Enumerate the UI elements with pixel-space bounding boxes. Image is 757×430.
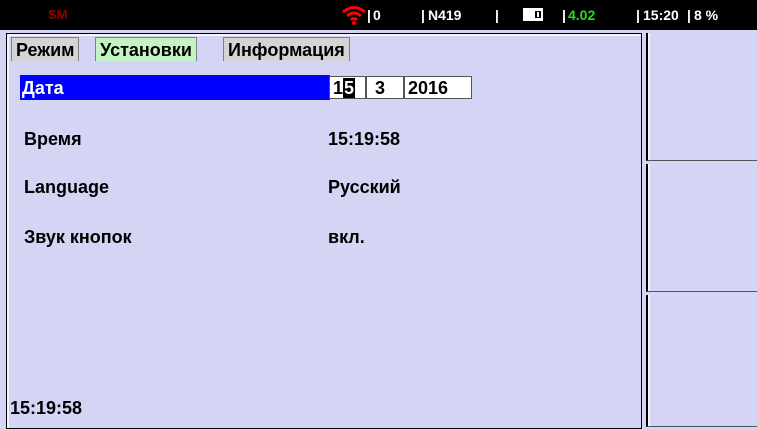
day-field[interactable]: 15	[329, 76, 366, 99]
softkey-2[interactable]	[646, 164, 757, 292]
mode-indicator: SM	[48, 7, 68, 22]
language-value[interactable]: Русский	[328, 175, 401, 199]
voltage-readout: 4.02	[568, 7, 596, 23]
day-cursor-digit: 5	[343, 78, 356, 98]
day-digit: 1	[333, 78, 344, 98]
key-sound-label: Звук кнопок	[24, 227, 132, 247]
separator: |	[495, 7, 499, 23]
softkey-panel	[646, 33, 757, 430]
separator: |	[421, 7, 425, 23]
signal-value: 0	[373, 7, 381, 23]
tab-settings[interactable]: Установки	[95, 37, 197, 61]
battery-icon	[523, 8, 543, 21]
tab-mode[interactable]: Режим	[11, 37, 80, 61]
separator: |	[687, 7, 691, 23]
tab-information[interactable]: Информация	[223, 37, 350, 61]
softkey-1[interactable]	[646, 33, 757, 161]
settings-panel: Режим Установки Информация Дата 15 3 201…	[6, 33, 642, 429]
wifi-icon	[342, 6, 366, 25]
language-label: Language	[24, 177, 110, 197]
month-field[interactable]: 3	[366, 76, 404, 99]
status-bar: SM | 0 | N419 | | 4.02 | 15:20 | 8 %	[0, 0, 757, 30]
date-row-highlight[interactable]	[20, 75, 330, 100]
separator: |	[636, 7, 640, 23]
time-label: Время	[24, 129, 82, 149]
separator: |	[367, 7, 371, 23]
battery-percent: 8 %	[694, 7, 719, 23]
status-time: 15:20	[643, 7, 679, 23]
softkey-3[interactable]	[646, 295, 757, 427]
time-value[interactable]: 15:19:58	[328, 127, 400, 151]
key-sound-value[interactable]: вкл.	[328, 225, 365, 249]
separator: |	[562, 7, 566, 23]
year-field[interactable]: 2016	[404, 76, 472, 99]
date-label: Дата	[22, 78, 64, 98]
station-id: N419	[428, 7, 462, 23]
footer-clock: 15:19:58	[10, 398, 83, 418]
